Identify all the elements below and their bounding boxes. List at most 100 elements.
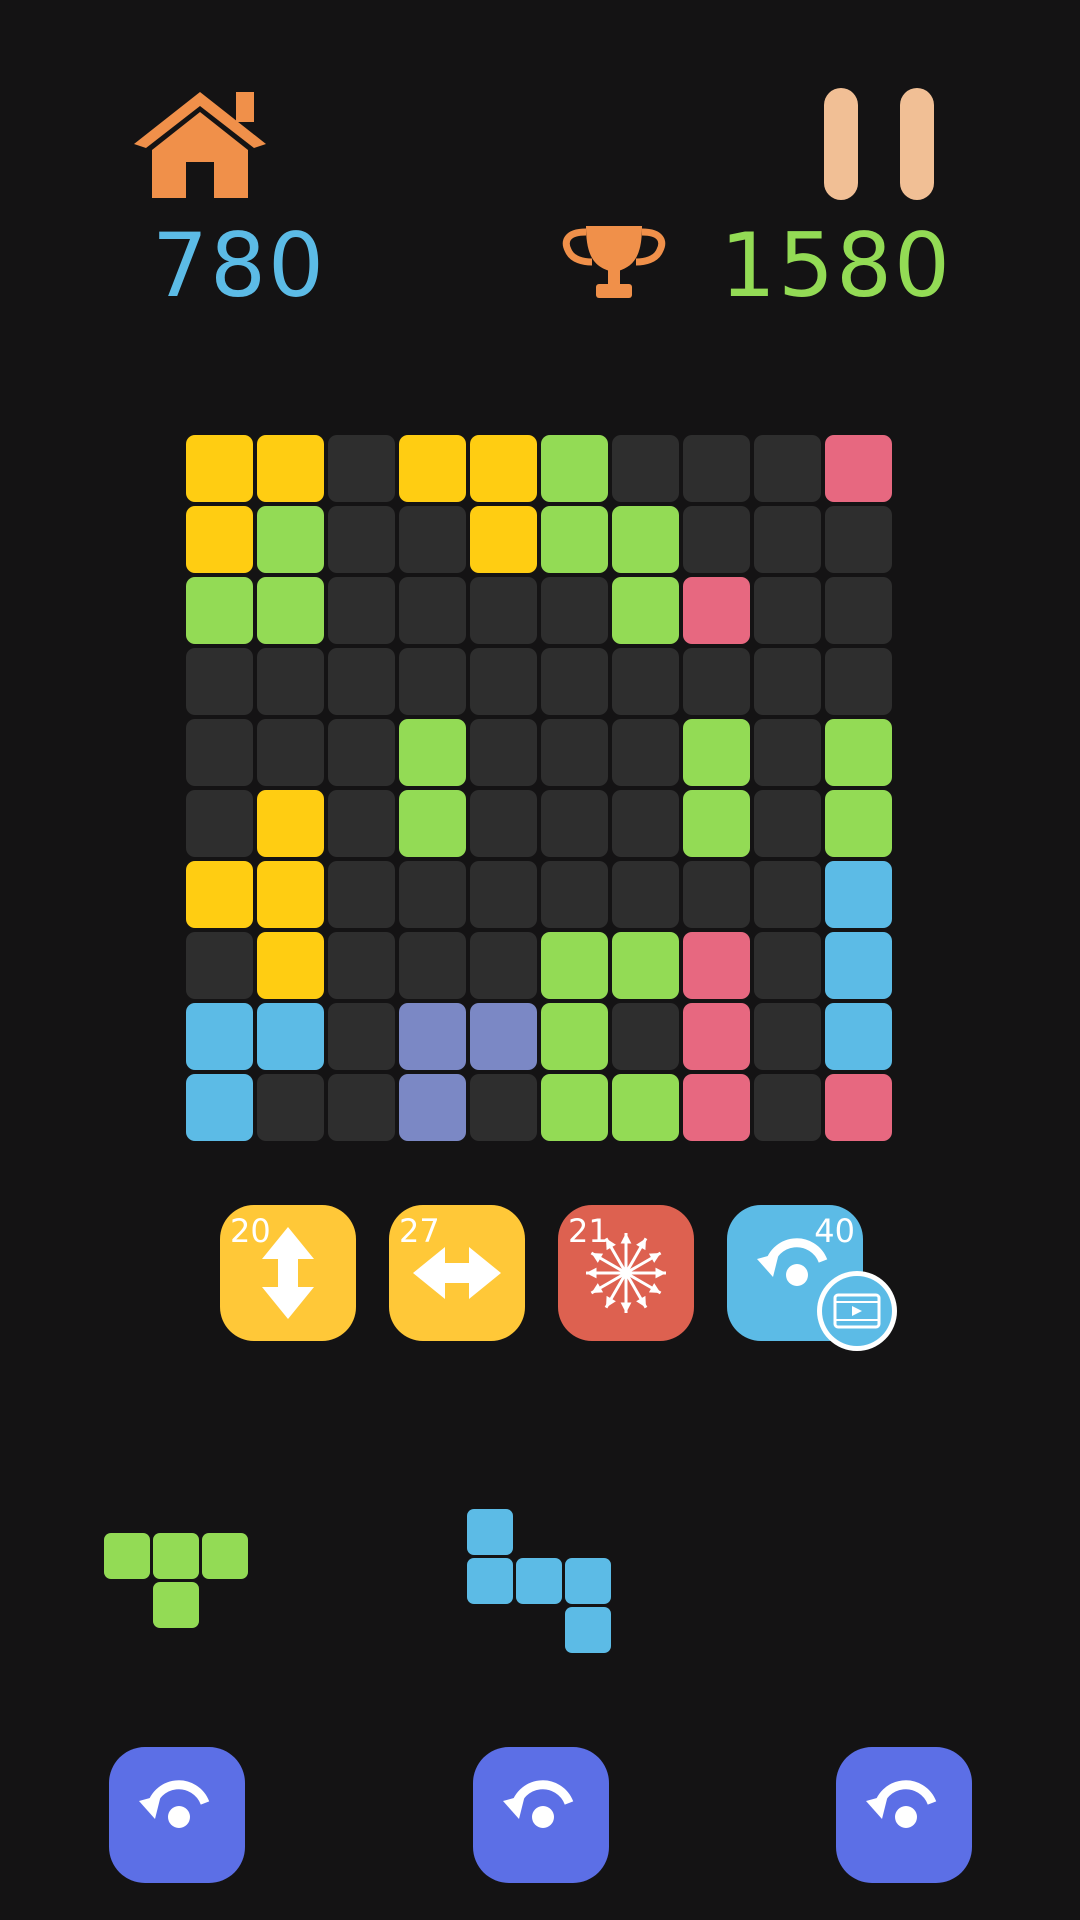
board-cell-empty[interactable] — [754, 648, 821, 715]
board-cell-empty[interactable] — [328, 790, 395, 857]
board-cell-empty[interactable] — [470, 932, 537, 999]
board-cell-empty[interactable] — [754, 790, 821, 857]
board-cell-empty[interactable] — [328, 1074, 395, 1141]
board-cell-filled[interactable] — [257, 506, 324, 573]
board-cell-empty[interactable] — [541, 648, 608, 715]
board-cell-empty[interactable] — [612, 790, 679, 857]
board-cell-filled[interactable] — [257, 932, 324, 999]
board-cell-empty[interactable] — [328, 1003, 395, 1070]
board-cell-filled[interactable] — [612, 932, 679, 999]
board-cell-filled[interactable] — [470, 435, 537, 502]
board-cell-empty[interactable] — [257, 648, 324, 715]
board-cell-empty[interactable] — [612, 719, 679, 786]
board-cell-filled[interactable] — [186, 435, 253, 502]
board-cell-empty[interactable] — [683, 435, 750, 502]
board-cell-empty[interactable] — [399, 648, 466, 715]
board-cell-empty[interactable] — [257, 719, 324, 786]
board-cell-empty[interactable] — [328, 435, 395, 502]
board-cell-filled[interactable] — [825, 1074, 892, 1141]
powerup-horizontal-button[interactable]: 27 — [389, 1205, 525, 1341]
board-cell-empty[interactable] — [754, 861, 821, 928]
board-cell-empty[interactable] — [754, 719, 821, 786]
board-cell-empty[interactable] — [825, 577, 892, 644]
board-cell-filled[interactable] — [683, 1003, 750, 1070]
board-cell-empty[interactable] — [186, 790, 253, 857]
board-cell-empty[interactable] — [186, 932, 253, 999]
board-cell-empty[interactable] — [470, 790, 537, 857]
board-cell-filled[interactable] — [399, 1074, 466, 1141]
board-cell-empty[interactable] — [399, 861, 466, 928]
board-cell-empty[interactable] — [612, 648, 679, 715]
board-cell-empty[interactable] — [825, 648, 892, 715]
video-ad-icon[interactable] — [815, 1269, 899, 1357]
board-cell-filled[interactable] — [257, 1003, 324, 1070]
board-cell-empty[interactable] — [612, 1003, 679, 1070]
pause-button[interactable] — [822, 86, 936, 200]
board-cell-empty[interactable] — [754, 1074, 821, 1141]
board-cell-empty[interactable] — [754, 435, 821, 502]
board-cell-filled[interactable] — [683, 719, 750, 786]
board-cell-empty[interactable] — [612, 861, 679, 928]
board-cell-filled[interactable] — [186, 1003, 253, 1070]
powerup-bomb-button[interactable]: 21 — [558, 1205, 694, 1341]
board-cell-empty[interactable] — [470, 861, 537, 928]
board-cell-filled[interactable] — [257, 435, 324, 502]
board-cell-filled[interactable] — [825, 1003, 892, 1070]
game-board[interactable] — [186, 435, 895, 1144]
powerup-vertical-button[interactable]: 20 — [220, 1205, 356, 1341]
board-cell-filled[interactable] — [257, 790, 324, 857]
board-cell-filled[interactable] — [612, 1074, 679, 1141]
board-cell-empty[interactable] — [754, 506, 821, 573]
board-cell-filled[interactable] — [825, 861, 892, 928]
board-cell-filled[interactable] — [186, 861, 253, 928]
board-cell-filled[interactable] — [257, 861, 324, 928]
board-cell-empty[interactable] — [470, 577, 537, 644]
board-cell-filled[interactable] — [683, 932, 750, 999]
board-cell-empty[interactable] — [754, 1003, 821, 1070]
board-cell-empty[interactable] — [186, 648, 253, 715]
powerup-rotate-button[interactable]: 40 — [727, 1205, 897, 1351]
board-cell-empty[interactable] — [754, 932, 821, 999]
board-cell-filled[interactable] — [399, 790, 466, 857]
board-cell-filled[interactable] — [470, 506, 537, 573]
board-cell-empty[interactable] — [328, 506, 395, 573]
board-cell-filled[interactable] — [186, 506, 253, 573]
board-cell-filled[interactable] — [186, 1074, 253, 1141]
rotate-piece-1-button[interactable] — [109, 1747, 245, 1883]
rotate-piece-2-button[interactable] — [473, 1747, 609, 1883]
board-cell-empty[interactable] — [541, 790, 608, 857]
board-cell-empty[interactable] — [541, 577, 608, 644]
board-cell-filled[interactable] — [541, 932, 608, 999]
board-cell-empty[interactable] — [683, 861, 750, 928]
board-cell-filled[interactable] — [470, 1003, 537, 1070]
board-cell-empty[interactable] — [612, 435, 679, 502]
board-cell-filled[interactable] — [399, 435, 466, 502]
board-cell-filled[interactable] — [825, 932, 892, 999]
board-cell-empty[interactable] — [754, 577, 821, 644]
board-cell-empty[interactable] — [257, 1074, 324, 1141]
board-cell-filled[interactable] — [186, 577, 253, 644]
board-cell-filled[interactable] — [612, 506, 679, 573]
board-cell-filled[interactable] — [399, 719, 466, 786]
board-cell-empty[interactable] — [186, 719, 253, 786]
board-cell-empty[interactable] — [683, 506, 750, 573]
board-cell-filled[interactable] — [541, 435, 608, 502]
board-cell-empty[interactable] — [328, 861, 395, 928]
board-cell-filled[interactable] — [541, 1003, 608, 1070]
board-cell-filled[interactable] — [683, 577, 750, 644]
board-cell-empty[interactable] — [470, 648, 537, 715]
board-cell-empty[interactable] — [328, 577, 395, 644]
board-cell-empty[interactable] — [541, 719, 608, 786]
board-cell-filled[interactable] — [541, 506, 608, 573]
home-button[interactable] — [130, 86, 270, 202]
rotate-piece-3-button[interactable] — [836, 1747, 972, 1883]
board-cell-empty[interactable] — [683, 648, 750, 715]
board-cell-empty[interactable] — [541, 861, 608, 928]
board-cell-empty[interactable] — [328, 932, 395, 999]
board-cell-empty[interactable] — [470, 1074, 537, 1141]
board-cell-filled[interactable] — [399, 1003, 466, 1070]
board-cell-filled[interactable] — [257, 577, 324, 644]
board-cell-filled[interactable] — [683, 790, 750, 857]
board-cell-empty[interactable] — [470, 719, 537, 786]
board-cell-empty[interactable] — [825, 506, 892, 573]
